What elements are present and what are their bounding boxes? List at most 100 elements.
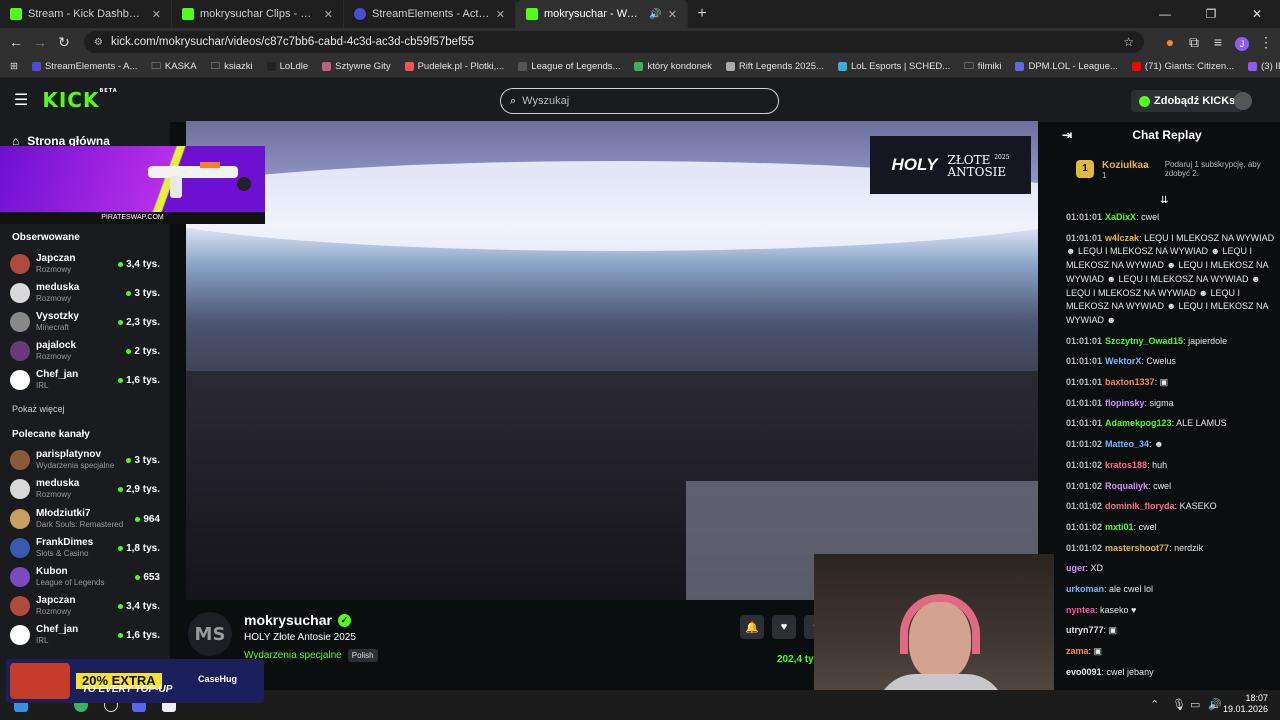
site-info-icon[interactable]: ⚙ [94, 37, 103, 48]
bookmark-item[interactable]: LoLdle [266, 61, 308, 72]
bookmark-item[interactable]: który kondonek [634, 61, 712, 72]
get-kicks-button[interactable]: Zdobądź KICKs [1131, 90, 1244, 112]
maximize-icon[interactable]: ❐ [1188, 0, 1234, 28]
chat-username[interactable]: evo0091 [1066, 667, 1102, 677]
sidebar-channel[interactable]: Vysotzky Minecraft 2,3 tys. [10, 308, 160, 336]
chat-message: uger: XD [1066, 563, 1104, 574]
bookmark-item[interactable]: League of Legends... [518, 61, 620, 72]
clock[interactable]: 18:07 19.01.2026 [1223, 693, 1268, 715]
sidebar-channel[interactable]: Japczan Rozmowy 3,4 tys. [10, 250, 160, 278]
hamburger-menu-icon[interactable]: ☰ [14, 90, 28, 110]
close-tab-icon[interactable]: ✕ [668, 8, 677, 21]
menu-kebab-icon[interactable]: ⋮ [1254, 34, 1278, 51]
chat-username[interactable]: urkoman [1066, 584, 1104, 594]
bookmark-folder[interactable]: 🗀 ksiazki [211, 59, 253, 75]
follow-heart-button[interactable]: ♥ [772, 615, 796, 639]
bookmark-item[interactable]: LoL Esports | SCHED... [837, 61, 950, 72]
pinned-toggle-icon[interactable]: ⇊ [1160, 195, 1168, 206]
minimize-icon[interactable]: — [1142, 0, 1188, 28]
close-tab-icon[interactable]: ✕ [324, 8, 333, 21]
bookmark-item[interactable]: (71) Giants: Citizen... [1131, 61, 1234, 72]
bookmark-item[interactable]: Rift Legends 2025... [725, 61, 824, 72]
chat-message: utryn777: ▣ [1066, 625, 1118, 636]
monitor-icon[interactable]: ▭ [1190, 698, 1200, 711]
chat-username[interactable]: Roqualiyk [1105, 481, 1148, 491]
chat-username[interactable]: dominik_floryda [1105, 501, 1175, 511]
bookmark-folder[interactable]: 🗀 KASKA [151, 59, 196, 75]
bookmark-item[interactable]: StreamElements - A... [31, 61, 137, 72]
tab-kick-dashboard[interactable]: Stream - Kick Dashboard ✕ [0, 0, 172, 28]
media-icon[interactable]: ≡ [1206, 34, 1230, 50]
tab-clips[interactable]: mokrysuchar Clips - Watch Live ✕ [172, 0, 344, 28]
avatar[interactable]: MS [188, 612, 232, 656]
speaker-icon[interactable]: 🔊 [649, 9, 661, 20]
bookmark-item[interactable]: Pudelek.pl - Plotki,... [404, 61, 504, 72]
forward-icon[interactable]: → [28, 34, 52, 50]
sidebar-channel[interactable]: Chef_jan IRL 1,6 tys. [10, 621, 160, 649]
sidebar-channel[interactable]: Młodziutki7 Dark Souls: Remastered 964 [10, 505, 160, 533]
streamer-name[interactable]: mokrysuchar [244, 612, 332, 628]
gifter-name[interactable]: Koziulkaa [1102, 160, 1149, 171]
chat-username[interactable]: WektorX [1105, 356, 1141, 366]
profile-icon[interactable]: J [1230, 34, 1254, 51]
gift-sub-prompt[interactable]: Podaruj 1 subskrypcję, aby zdobyć 2. [1165, 160, 1265, 180]
address-bar-row: ← → ↻ ⚙ kick.com/mokrysuchar/videos/c87c… [0, 28, 1280, 56]
chat-message: 01:01:02 mxti01: cwel [1066, 521, 1157, 532]
close-tab-icon[interactable]: ✕ [496, 8, 505, 21]
extension-icon[interactable]: ● [1158, 34, 1182, 50]
collapse-chat-icon[interactable]: ⇥ [1062, 122, 1072, 148]
sidebar-channel[interactable]: FrankDimes Slots & Casino 1,8 tys. [10, 534, 160, 562]
sidebar-channel[interactable]: parisplatynov Wydarzenia specjalne 3 tys. [10, 446, 160, 474]
show-more-link[interactable]: Pokaż więcej [12, 404, 65, 414]
chat-username[interactable]: mxti01 [1105, 522, 1134, 532]
chat-username[interactable]: uger [1066, 563, 1086, 573]
close-window-icon[interactable]: ✕ [1234, 0, 1280, 28]
back-icon[interactable]: ← [4, 34, 28, 50]
language-tag[interactable]: Polish [347, 649, 378, 662]
search-input[interactable]: ⌕ Wyszukaj [500, 88, 779, 114]
tab-video[interactable]: mokrysuchar - Watch the V 🔊 ✕ [516, 0, 688, 28]
close-tab-icon[interactable]: ✕ [152, 8, 161, 21]
sidebar-channel[interactable]: Kubon League of Legends 653 [10, 563, 160, 591]
user-avatar[interactable] [1234, 92, 1252, 110]
sidebar-channel[interactable]: Japczan Rozmowy 3,4 tys. [10, 592, 160, 620]
chat-username[interactable]: w4lczak [1105, 233, 1139, 243]
kick-logo[interactable]: KICKBETA [42, 88, 117, 112]
chat-username[interactable]: zama [1066, 646, 1089, 656]
bookmark-item[interactable]: (3) IDEALNE BROW... [1248, 61, 1280, 72]
bookmark-folder[interactable]: 🗀 filmiki [964, 59, 1001, 75]
sidebar-channel[interactable]: meduska Rozmowy 2,9 tys. [10, 475, 160, 503]
sidebar-channel[interactable]: meduska Rozmowy 3 tys. [10, 279, 160, 307]
tab-streamelements[interactable]: StreamElements - Activity feed ✕ [344, 0, 516, 28]
live-dot-icon [118, 603, 124, 609]
sidebar-channel[interactable]: Chef_jan IRL 1,6 tys. [10, 366, 160, 394]
sidebar-channel[interactable]: pajalock Rozmowy 2 tys. [10, 337, 160, 365]
reload-icon[interactable]: ↻ [52, 34, 76, 51]
volume-icon[interactable]: 🔊 [1208, 698, 1222, 711]
apps-grid-icon[interactable]: ⊞ [10, 61, 18, 72]
url-field[interactable]: ⚙ kick.com/mokrysuchar/videos/c87c7bb6-c… [84, 31, 1144, 53]
chat-username[interactable]: XaDixX [1105, 212, 1136, 222]
tray-chevron-icon[interactable]: ⌃ [1150, 698, 1159, 711]
chat-username[interactable]: baxton1337 [1105, 377, 1155, 387]
chat-username[interactable]: nyntea [1066, 605, 1095, 615]
mic-icon[interactable]: 🎙 [1172, 698, 1186, 711]
chat-text: japierdole [1188, 335, 1228, 346]
chat-username[interactable]: flopinsky [1105, 398, 1145, 408]
notification-bell-button[interactable]: 🔔 [740, 615, 764, 639]
bookmark-item[interactable]: DPM.LOL - League... [1015, 61, 1118, 72]
live-dot-icon [126, 348, 132, 354]
new-tab-button[interactable]: + [688, 5, 716, 23]
chat-username[interactable]: utryn777 [1066, 625, 1104, 635]
chat-text: ALE LAMUS [1176, 418, 1227, 429]
chat-username[interactable]: Szczytny_Owad15 [1105, 336, 1183, 346]
chat-username[interactable]: Matteo_34 [1105, 439, 1149, 449]
casehug-ad[interactable]: 20% EXTRA TO EVERY TOP-UP CaseHug [6, 659, 264, 703]
bookmark-item[interactable]: Sztywne Gity [322, 61, 391, 72]
chat-username[interactable]: mastershoot77 [1105, 543, 1169, 553]
pirateswap-promo-banner[interactable]: PIRATESWAP.COM [0, 146, 265, 224]
bookmark-star-icon[interactable]: ☆ [1123, 35, 1134, 49]
chat-username[interactable]: kratos188 [1105, 460, 1147, 470]
extensions-puzzle-icon[interactable]: ⧉ [1182, 34, 1206, 51]
chat-username[interactable]: Adamekpog123 [1105, 418, 1172, 428]
